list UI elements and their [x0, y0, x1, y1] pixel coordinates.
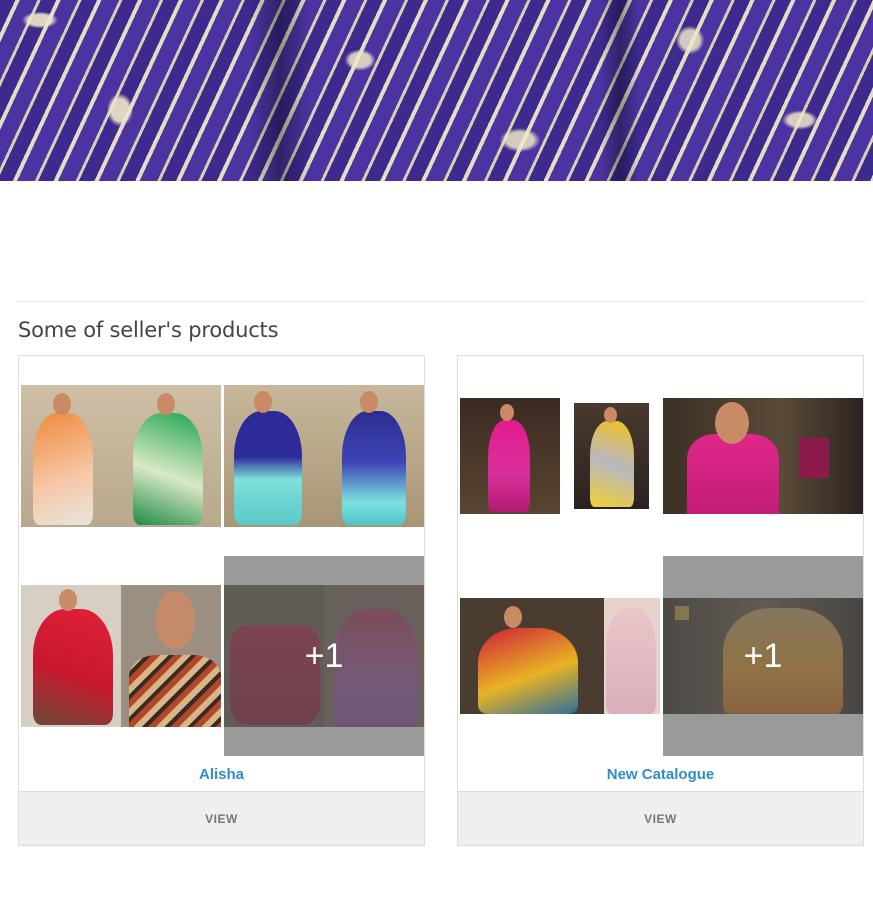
product-thumbnail[interactable] [574, 403, 649, 509]
product-thumbnail[interactable] [224, 385, 424, 527]
product-thumbnail[interactable] [21, 385, 221, 527]
product-thumbnail[interactable] [460, 598, 660, 714]
catalog-name-link[interactable]: New Catalogue [458, 766, 863, 783]
catalog-name-link[interactable]: Alisha [19, 766, 424, 783]
catalog-card-alisha: +1 Alisha VIEW [18, 355, 425, 846]
banner-image [0, 0, 873, 181]
catalog-card-new-catalogue: +1 New Catalogue VIEW [457, 355, 864, 846]
product-thumbnail[interactable] [663, 398, 863, 514]
section-title: Some of seller's products [18, 318, 279, 342]
more-images-count[interactable]: +1 [224, 585, 424, 727]
view-button[interactable]: VIEW [19, 791, 424, 845]
more-images-count[interactable]: +1 [663, 598, 863, 714]
product-thumbnail[interactable] [21, 585, 221, 727]
view-button[interactable]: VIEW [458, 791, 863, 845]
product-thumbnail[interactable] [460, 398, 560, 514]
section-divider [18, 301, 866, 302]
